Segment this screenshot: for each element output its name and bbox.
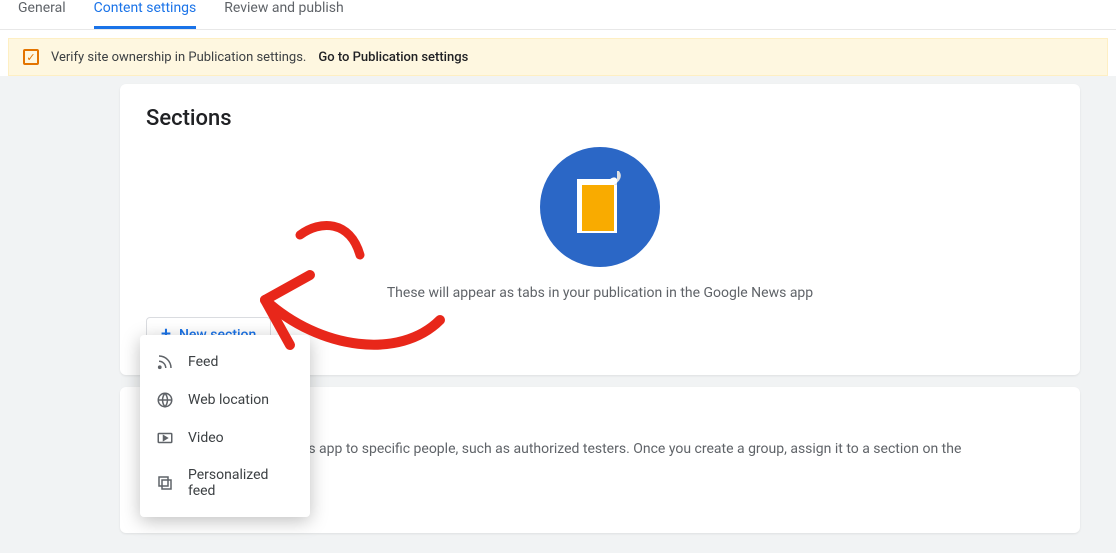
- sections-caption: These will appear as tabs in your public…: [387, 285, 813, 301]
- sections-illustration: These will appear as tabs in your public…: [146, 143, 1054, 317]
- tab-review-publish[interactable]: Review and publish: [224, 0, 343, 26]
- menu-item-label: Personalized feed: [188, 467, 294, 499]
- sections-title: Sections: [146, 106, 1054, 131]
- video-icon: [156, 429, 174, 447]
- menu-item-label: Video: [188, 430, 224, 446]
- new-section-menu: Feed Web location Video Personalized fee…: [140, 335, 310, 517]
- warning-icon: ✓: [23, 49, 39, 65]
- menu-item-video[interactable]: Video: [140, 419, 310, 457]
- rss-icon: [156, 353, 174, 371]
- globe-icon: [156, 391, 174, 409]
- menu-item-web-location[interactable]: Web location: [140, 381, 310, 419]
- menu-item-feed[interactable]: Feed: [140, 343, 310, 381]
- layers-icon: [156, 474, 174, 492]
- menu-item-personalized-feed[interactable]: Personalized feed: [140, 457, 310, 509]
- tab-content-settings[interactable]: Content settings: [94, 0, 197, 29]
- sections-card: Sections These will appear as tabs in yo…: [120, 84, 1080, 375]
- menu-item-label: Web location: [188, 392, 269, 408]
- tabs-bar: General Content settings Review and publ…: [0, 0, 1116, 30]
- menu-item-label: Feed: [188, 354, 218, 370]
- alert-text: Verify site ownership in Publication set…: [51, 50, 306, 65]
- tab-general[interactable]: General: [18, 0, 66, 26]
- ownership-alert: ✓ Verify site ownership in Publication s…: [8, 38, 1108, 76]
- publication-settings-link[interactable]: Go to Publication settings: [318, 50, 468, 65]
- document-illustration-icon: [540, 147, 660, 267]
